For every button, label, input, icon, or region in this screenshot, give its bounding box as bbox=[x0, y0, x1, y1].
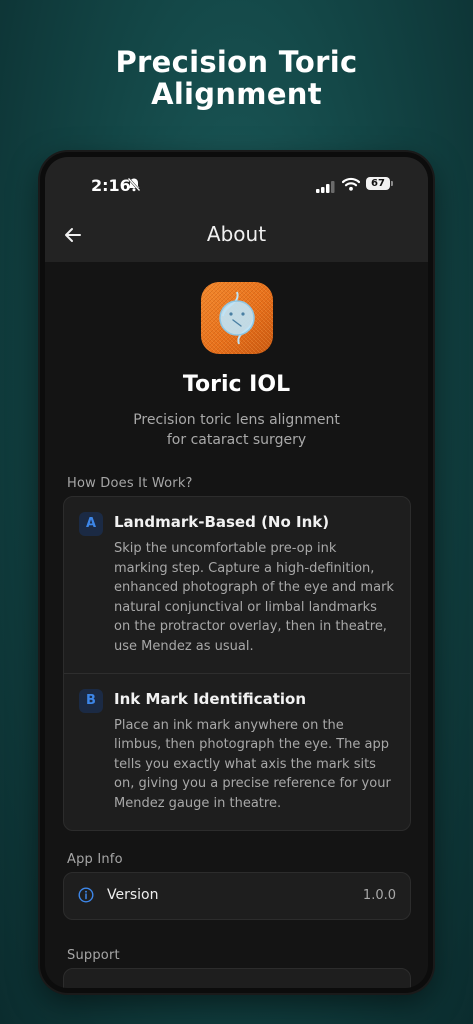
support-card[interactable] bbox=[63, 968, 411, 988]
info-icon bbox=[78, 887, 94, 907]
method-badge: A bbox=[79, 512, 103, 536]
bell-muted-icon bbox=[127, 177, 141, 196]
version-row: Version 1.0.0 bbox=[64, 873, 410, 919]
method-description: Place an ink mark anywhere on the limbus… bbox=[114, 717, 391, 811]
version-label: Version bbox=[107, 887, 159, 903]
method-item-landmark: A Landmark-Based (No Ink) Skip the uncom… bbox=[64, 497, 410, 673]
app-info-card: Version 1.0.0 bbox=[63, 872, 411, 920]
status-bar: 2:16 67 bbox=[45, 157, 428, 207]
wifi-icon bbox=[341, 176, 361, 195]
phone-frame: 2:16 67 About Toric IOL Precision toric … bbox=[40, 152, 433, 993]
status-time: 2:16 bbox=[91, 176, 131, 195]
app-tagline: Precision toric lens alignment for catar… bbox=[133, 412, 340, 448]
method-description: Skip the uncomfortable pre-op ink markin… bbox=[114, 541, 394, 654]
about-content[interactable]: Toric IOL Precision toric lens alignment… bbox=[45, 262, 428, 988]
promo-title: Precision Toric Alignment bbox=[115, 45, 358, 111]
cellular-signal-icon bbox=[316, 178, 336, 197]
section-header-how-it-works: How Does It Work? bbox=[67, 476, 193, 491]
battery-level: 67 bbox=[366, 177, 390, 190]
app-bar: About bbox=[45, 207, 428, 262]
method-title: Landmark-Based (No Ink) bbox=[114, 513, 330, 531]
app-screen: 2:16 67 About Toric IOL Precision toric … bbox=[45, 157, 428, 988]
section-header-app-info: App Info bbox=[67, 852, 123, 867]
section-header-support: Support bbox=[67, 948, 120, 963]
how-it-works-card: A Landmark-Based (No Ink) Skip the uncom… bbox=[63, 496, 411, 831]
app-logo-icon bbox=[201, 282, 273, 354]
method-badge: B bbox=[79, 688, 103, 713]
method-item-ink-mark: B Ink Mark Identification Place an ink m… bbox=[64, 672, 410, 830]
app-name: Toric IOL bbox=[182, 372, 291, 397]
battery-cap bbox=[391, 181, 393, 186]
version-value: 1.0.0 bbox=[362, 888, 396, 903]
method-title: Ink Mark Identification bbox=[114, 689, 307, 708]
page-title: About bbox=[206, 222, 267, 246]
